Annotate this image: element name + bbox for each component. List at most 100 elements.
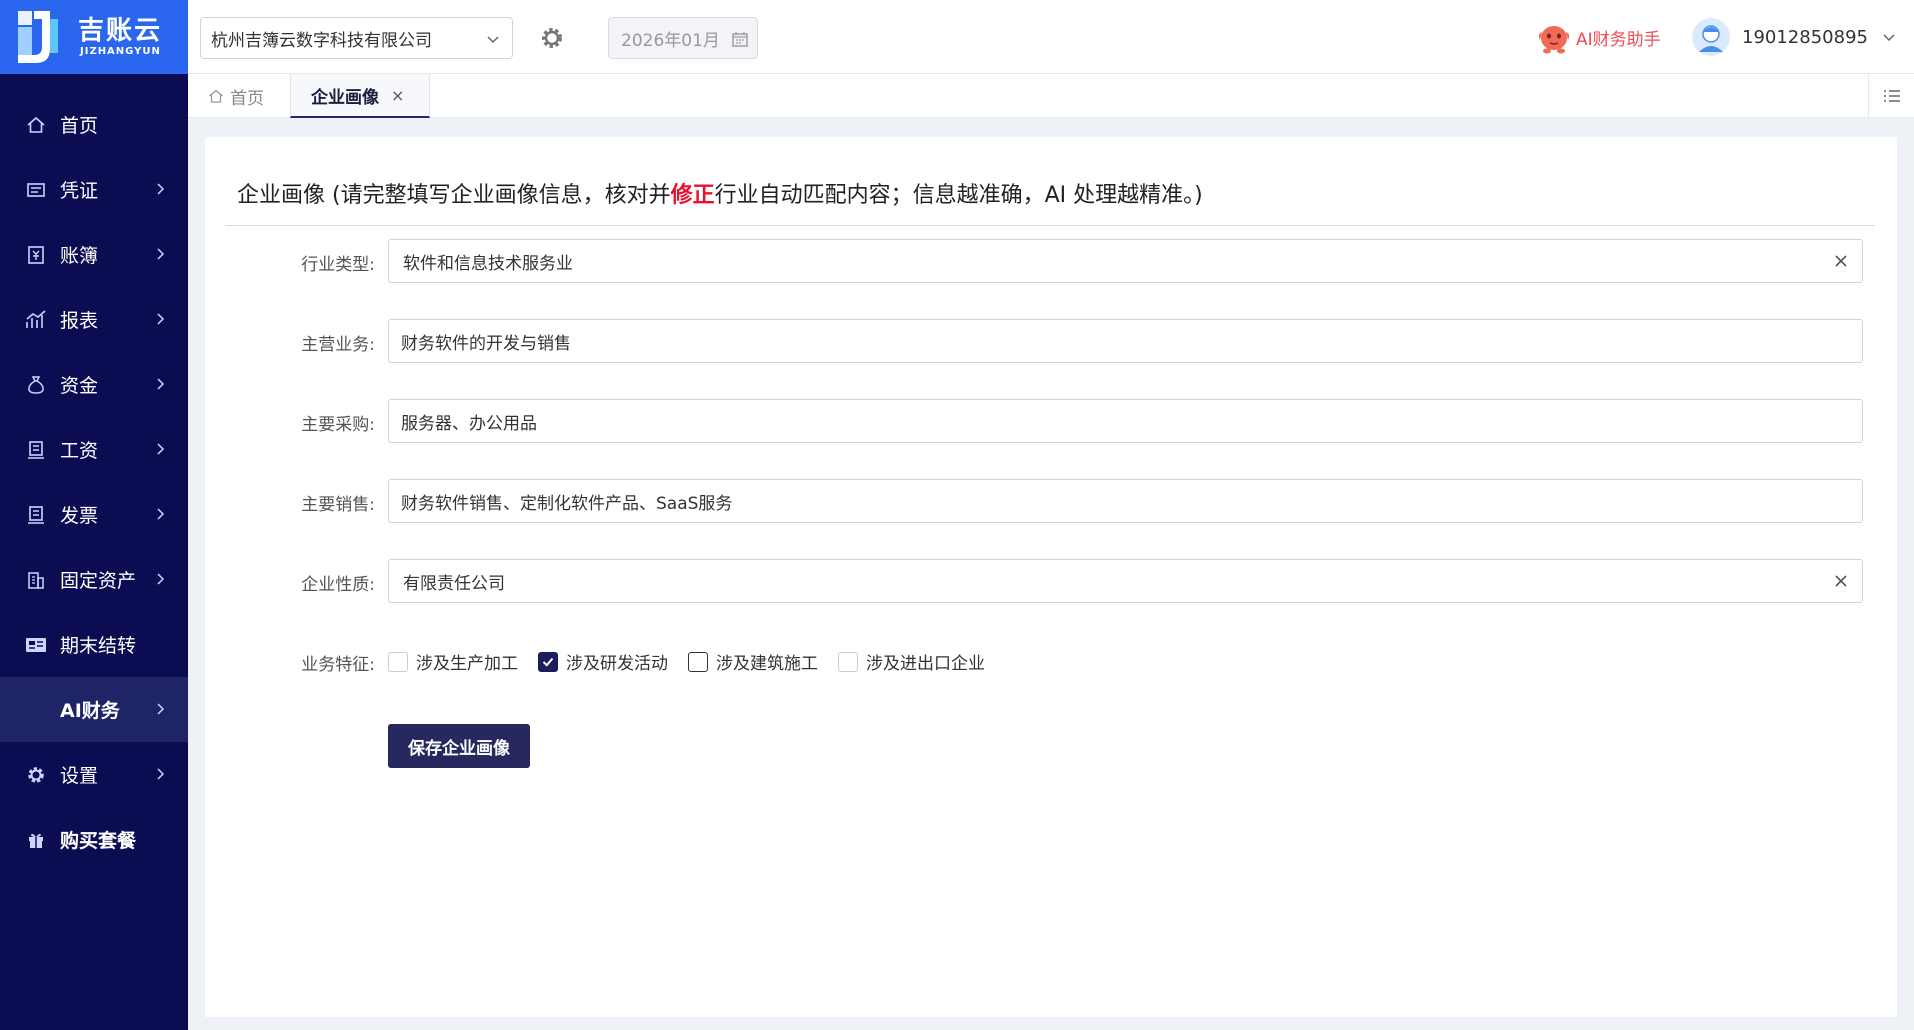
sidebar-item-label: 购买套餐 <box>60 830 137 852</box>
chevron-right-icon <box>157 248 165 260</box>
sidebar-item-label: 发票 <box>60 505 99 527</box>
calendar-icon <box>732 32 748 47</box>
brand-name: 吉账云 <box>78 16 163 46</box>
sidebar-item-funds[interactable]: 资金 <box>0 352 188 417</box>
checkbox[interactable] <box>838 651 858 672</box>
checkbox[interactable] <box>688 651 708 672</box>
sidebar-item-label: 账簿 <box>60 245 99 267</box>
user-menu[interactable]: 19012850895 <box>1692 18 1898 56</box>
close-icon[interactable] <box>1832 252 1850 270</box>
chevron-right-icon <box>157 183 165 195</box>
company-type-value: 有限责任公司 <box>403 573 505 594</box>
sidebar-item-voucher[interactable]: 凭证 <box>0 157 188 222</box>
feature-label: 涉及生产加工 <box>416 654 518 674</box>
tab-label: 企业画像 <box>311 87 379 108</box>
sidebar-item-label: 固定资产 <box>60 570 137 592</box>
tab-label: 首页 <box>230 88 264 109</box>
form-row-features: 业务特征: 涉及生产加工 涉及研发活动 涉及建筑施工 涉及进出口企业 <box>205 639 1897 683</box>
sidebar-item-label: AI财务 <box>60 700 120 722</box>
form-row-main-purchase: 主要采购: 服务器、办公用品 <box>205 399 1897 443</box>
feature-label: 涉及进出口企业 <box>866 654 985 674</box>
sidebar-item-label: 报表 <box>60 310 99 332</box>
form-row-industry: 行业类型: 软件和信息技术服务业 <box>205 239 1897 283</box>
top-header: 杭州吉簿云数字科技有限公司 2026年01月 AI财务助手 1901285089… <box>188 0 1914 74</box>
checkbox-checked[interactable] <box>538 651 558 672</box>
home-icon <box>209 89 223 103</box>
sidebar-item-home[interactable]: 首页 <box>0 92 188 157</box>
ai-assistant-button[interactable]: AI财务助手 <box>1536 20 1661 54</box>
feature-label: 涉及研发活动 <box>566 654 668 674</box>
checkbox[interactable] <box>388 651 408 672</box>
sidebar-item-payroll[interactable]: 工资 <box>0 417 188 482</box>
period-picker[interactable]: 2026年01月 <box>608 17 758 59</box>
sidebar-item-label: 设置 <box>60 765 99 787</box>
chevron-right-icon <box>157 443 165 455</box>
page-title-suffix: 行业自动匹配内容；信息越准确，AI 处理越精准。) <box>714 183 1203 208</box>
list-icon <box>1883 90 1900 102</box>
main-sales-input[interactable]: 财务软件销售、定制化软件产品、SaaS服务 <box>388 479 1863 523</box>
sidebar-item-label: 期末结转 <box>60 635 137 657</box>
sidebar-item-invoice[interactable]: 发票 <box>0 482 188 547</box>
payroll-icon <box>24 438 48 462</box>
main-purchase-input[interactable]: 服务器、办公用品 <box>388 399 1863 443</box>
gift-icon <box>24 828 48 852</box>
feature-label: 涉及建筑施工 <box>716 654 818 674</box>
sidebar-nav: 首页 凭证 账簿 报表 资金 工资 发票 固定资产 期末结转 AI财务 设置 购… <box>0 74 188 872</box>
chevron-right-icon <box>157 703 165 715</box>
page-title: 企业画像 (请完整填写企业画像信息，核对并修正行业自动匹配内容；信息越准确，AI… <box>237 177 1203 209</box>
main-business-value: 财务软件的开发与销售 <box>401 333 571 354</box>
logo[interactable]: 吉账云 JIZHANGYUN <box>0 0 188 74</box>
sidebar-item-label: 资金 <box>60 375 99 397</box>
industry-value: 软件和信息技术服务业 <box>403 253 573 274</box>
feature-checkbox-rnd[interactable]: 涉及研发活动 <box>538 649 668 674</box>
tab-company-profile[interactable]: 企业画像 × <box>290 74 430 118</box>
sidebar-item-ai-finance[interactable]: AI财务 <box>0 677 188 742</box>
user-phone: 19012850895 <box>1742 26 1868 48</box>
robot-icon <box>1538 26 1570 54</box>
main-purchase-label: 主要采购: <box>301 415 375 435</box>
tab-home[interactable]: 首页 <box>208 74 264 118</box>
feature-checkbox-construction[interactable]: 涉及建筑施工 <box>688 649 818 674</box>
chevron-down-icon <box>1883 34 1895 42</box>
sidebar-item-ledger[interactable]: 账簿 <box>0 222 188 287</box>
close-icon[interactable] <box>1832 572 1850 590</box>
chevron-down-icon <box>487 36 499 44</box>
tab-list-menu-button[interactable] <box>1868 74 1914 118</box>
logo-mark-icon <box>18 11 58 63</box>
company-type-select[interactable]: 有限责任公司 <box>388 559 1863 603</box>
gear-icon[interactable] <box>538 24 566 52</box>
invoice-icon <box>24 503 48 527</box>
chevron-right-icon <box>157 573 165 585</box>
main-content: 企业画像 (请完整填写企业画像信息，核对并修正行业自动匹配内容；信息越准确，AI… <box>205 137 1897 1017</box>
gear-icon <box>24 763 48 787</box>
features-label: 业务特征: <box>301 655 375 675</box>
sidebar-item-label: 工资 <box>60 440 99 462</box>
report-icon <box>24 308 48 332</box>
sidebar-item-carryover[interactable]: 期末结转 <box>0 612 188 677</box>
company-type-label: 企业性质: <box>301 575 375 595</box>
feature-checkbox-production[interactable]: 涉及生产加工 <box>388 649 518 674</box>
save-profile-button[interactable]: 保存企业画像 <box>388 724 530 768</box>
check-icon <box>542 657 554 667</box>
form-row-main-sales: 主要销售: 财务软件销售、定制化软件产品、SaaS服务 <box>205 479 1897 523</box>
brand-name-en: JIZHANGYUN <box>80 46 161 57</box>
industry-label: 行业类型: <box>301 255 375 275</box>
sidebar-item-report[interactable]: 报表 <box>0 287 188 352</box>
main-purchase-value: 服务器、办公用品 <box>401 413 537 434</box>
voucher-icon <box>24 178 48 202</box>
feature-checkbox-import-export[interactable]: 涉及进出口企业 <box>838 649 985 674</box>
page-title-prefix: 企业画像 (请完整填写企业画像信息，核对并 <box>237 183 671 208</box>
sidebar-item-fixed-assets[interactable]: 固定资产 <box>0 547 188 612</box>
sidebar-item-settings[interactable]: 设置 <box>0 742 188 807</box>
industry-select[interactable]: 软件和信息技术服务业 <box>388 239 1863 283</box>
company-select[interactable]: 杭州吉簿云数字科技有限公司 <box>200 17 513 59</box>
chevron-right-icon <box>157 768 165 780</box>
sidebar-item-label: 首页 <box>60 115 99 137</box>
close-icon[interactable]: × <box>391 86 404 105</box>
ledger-icon <box>24 243 48 267</box>
divider <box>225 225 1875 226</box>
sidebar-item-label: 凭证 <box>60 180 99 202</box>
sidebar-item-buy-plan[interactable]: 购买套餐 <box>0 807 188 872</box>
main-business-input[interactable]: 财务软件的开发与销售 <box>388 319 1863 363</box>
tab-bar: 首页 企业画像 × <box>188 74 1914 118</box>
